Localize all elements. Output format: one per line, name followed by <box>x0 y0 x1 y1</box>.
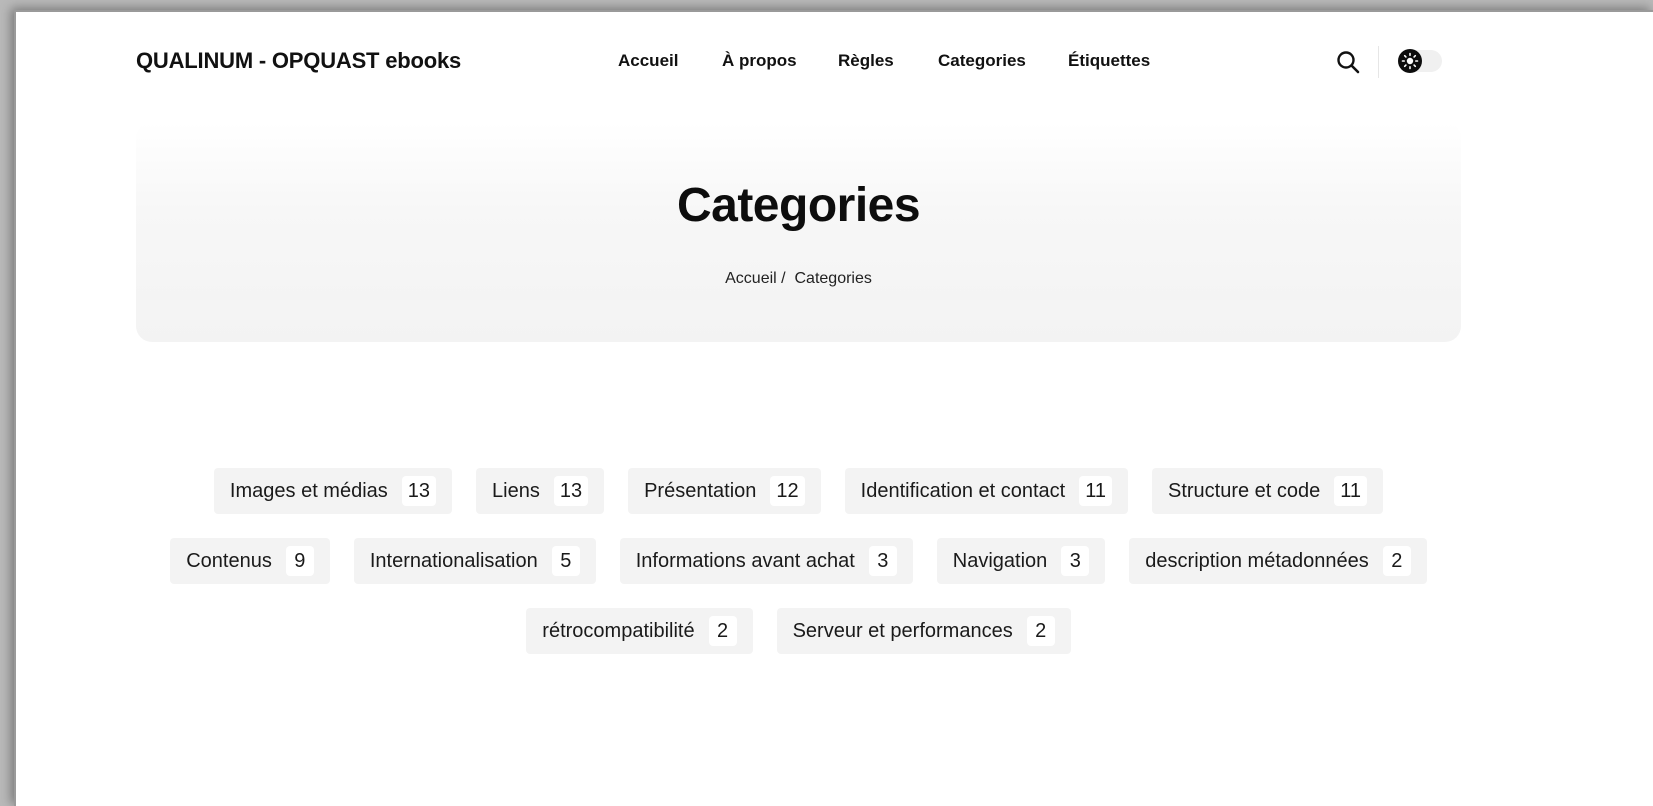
category-count: 3 <box>1061 546 1090 576</box>
category-tag-retrocompatibilite[interactable]: rétrocompatibilité 2 <box>526 608 753 654</box>
category-count: 2 <box>1382 546 1411 576</box>
nav-item-categories[interactable]: Categories <box>938 51 1026 71</box>
header-divider <box>1378 46 1379 78</box>
category-label: Images et médias <box>229 479 388 502</box>
category-count: 9 <box>285 546 314 576</box>
toggle-knob <box>1398 49 1422 73</box>
category-label: Contenus <box>186 549 272 572</box>
page-title: Categories <box>676 179 921 232</box>
category-tag-contenus[interactable]: Contenus 9 <box>170 538 330 584</box>
nav-item-regles[interactable]: Règles <box>838 51 894 71</box>
category-count: 3 <box>868 546 897 576</box>
theme-toggle[interactable] <box>1398 49 1442 73</box>
category-count: 13 <box>401 476 437 506</box>
breadcrumb-current: Categories <box>794 270 872 287</box>
category-label: Structure et code <box>1167 479 1321 502</box>
category-count: 12 <box>770 476 805 506</box>
category-tag-informations-avant-achat[interactable]: Informations avant achat 3 <box>619 538 913 584</box>
category-tag-serveur-et-performances[interactable]: Serveur et performances 2 <box>776 608 1071 654</box>
category-count: 2 <box>1026 616 1055 646</box>
category-label: description métadonnées <box>1145 549 1369 572</box>
category-count: 11 <box>1079 476 1112 506</box>
browser-page: QUALINUM - OPQUAST ebooks Accueil À prop… <box>14 10 1653 806</box>
category-label: Internationalisation <box>369 549 538 572</box>
category-tag-description-metadonnees[interactable]: description métadonnées 2 <box>1129 538 1427 584</box>
breadcrumb: Accueil / Categories <box>136 270 1461 288</box>
category-tag-liens[interactable]: Liens 13 <box>476 468 605 514</box>
category-list: Images et médias 13 Liens 13 Présentation 1… <box>136 468 1461 678</box>
category-count: 2 <box>708 616 737 646</box>
nav-item-accueil[interactable]: Accueil <box>618 51 678 71</box>
category-count: 11 <box>1334 476 1368 506</box>
page-hero: Categories Accueil / Categories <box>136 122 1461 342</box>
category-label: Informations avant achat <box>635 549 855 572</box>
category-label: Identification et contact <box>860 479 1066 502</box>
category-tag-structure-et-code[interactable]: Structure et code 11 <box>1151 468 1384 514</box>
category-label: Navigation <box>952 549 1048 572</box>
nav-item-a-propos[interactable]: À propos <box>722 51 797 71</box>
category-row: rétrocompatibilité 2 Serveur et performan… <box>136 608 1461 654</box>
sun-icon <box>1401 52 1419 70</box>
breadcrumb-home-link[interactable]: Accueil <box>725 270 777 287</box>
category-row: Images et médias 13 Liens 13 Présentation 1… <box>136 468 1461 514</box>
category-row: Contenus 9 Internationalisation 5 Informat… <box>136 538 1461 584</box>
category-label: Présentation <box>644 479 757 502</box>
nav-item-etiquettes[interactable]: Étiquettes <box>1068 51 1150 71</box>
category-tag-identification-et-contact[interactable]: Identification et contact 11 <box>844 468 1128 514</box>
category-tag-navigation[interactable]: Navigation 3 <box>936 538 1106 584</box>
site-header: QUALINUM - OPQUAST ebooks Accueil À prop… <box>16 12 1653 112</box>
search-icon <box>1337 51 1360 74</box>
category-tag-internationalisation[interactable]: Internationalisation 5 <box>353 538 596 584</box>
category-label: Liens <box>492 479 540 502</box>
category-count: 5 <box>551 546 580 576</box>
category-tag-presentation[interactable]: Présentation 12 <box>628 468 821 514</box>
category-label: Serveur et performances <box>792 619 1013 642</box>
category-count: 13 <box>553 476 589 506</box>
category-tag-images-et-medias[interactable]: Images et médias 13 <box>213 468 453 514</box>
category-label: rétrocompatibilité <box>542 619 695 642</box>
search-button[interactable] <box>1335 49 1361 75</box>
